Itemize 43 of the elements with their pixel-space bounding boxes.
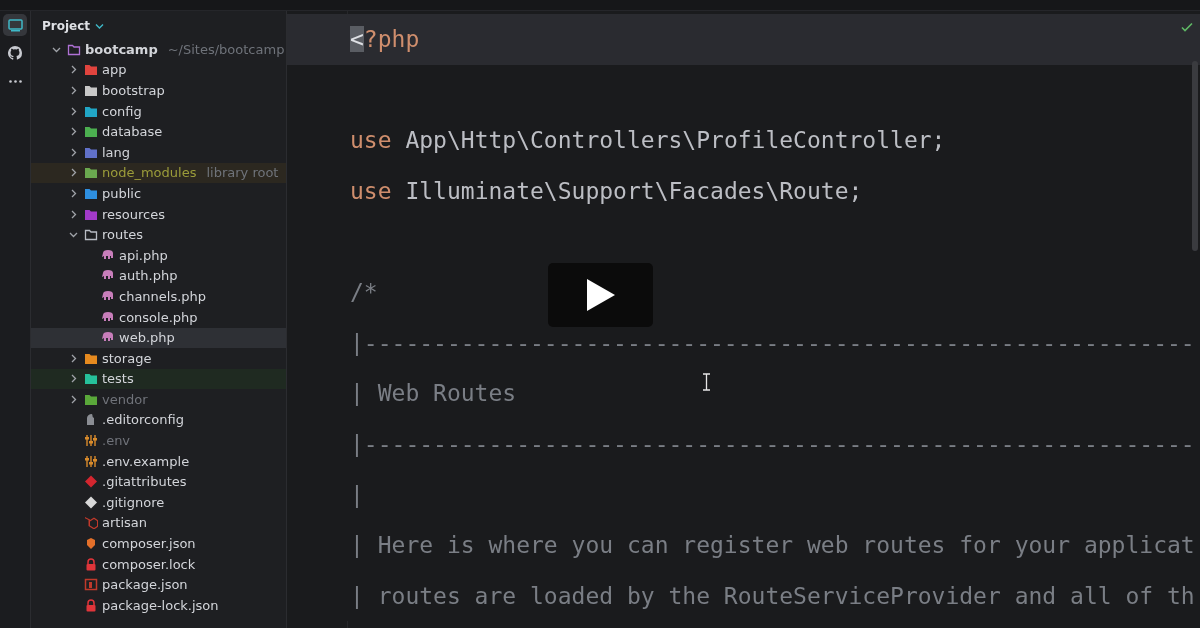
- file-name[interactable]: .gitattributes: [102, 474, 187, 490]
- more-icon: [8, 79, 22, 83]
- folder-name[interactable]: bootstrap: [102, 83, 165, 98]
- play-icon: [586, 279, 615, 311]
- folder-path: ~/Sites/bootcamp: [167, 41, 285, 57]
- text-cursor-icon: [702, 373, 711, 391]
- folder-name[interactable]: resources: [102, 206, 165, 222]
- file-name[interactable]: composer.lock: [102, 556, 196, 572]
- file-name[interactable]: artisan: [102, 515, 147, 531]
- play-button[interactable]: [548, 263, 653, 327]
- file-name[interactable]: .editorconfig: [102, 412, 184, 428]
- file-name[interactable]: web.php: [119, 330, 175, 346]
- github-icon: [8, 46, 22, 60]
- check-icon: [1180, 20, 1194, 34]
- project-dropdown[interactable]: Project: [31, 15, 116, 39]
- library-note: library root: [206, 165, 279, 181]
- file-name[interactable]: package.json: [102, 577, 188, 593]
- folder-name[interactable]: storage: [102, 350, 152, 366]
- tool-window-button[interactable]: [3, 14, 27, 36]
- file-name[interactable]: .env: [102, 433, 131, 449]
- folder-name[interactable]: bootcamp: [85, 41, 158, 57]
- folder-name[interactable]: routes: [102, 227, 144, 243]
- folder-name[interactable]: node_modules: [102, 165, 197, 181]
- selected-row[interactable]: web.php: [31, 327, 286, 348]
- file-name[interactable]: api.php: [119, 247, 168, 263]
- folder-name[interactable]: vendor: [102, 391, 148, 407]
- monitor-icon: [7, 18, 23, 32]
- file-name[interactable]: channels.php: [119, 288, 207, 304]
- file-name[interactable]: .gitignore: [102, 494, 165, 510]
- folder-name[interactable]: app: [102, 62, 127, 78]
- folder-name[interactable]: lang: [102, 144, 131, 160]
- file-name[interactable]: composer.json: [102, 536, 196, 552]
- chevron-down-icon[interactable]: [68, 230, 78, 240]
- file-name[interactable]: .env.example: [102, 453, 190, 469]
- folder-name[interactable]: tests: [102, 371, 134, 387]
- folder-name[interactable]: config: [102, 103, 142, 119]
- folder-name[interactable]: database: [102, 124, 163, 140]
- scrollbar[interactable]: [1192, 61, 1198, 251]
- chevron-down-icon: [95, 22, 105, 30]
- file-name[interactable]: package-lock.json: [102, 597, 219, 613]
- file-name[interactable]: console.php: [119, 309, 198, 325]
- folder-name[interactable]: public: [102, 185, 142, 201]
- file-name[interactable]: auth.php: [119, 268, 178, 284]
